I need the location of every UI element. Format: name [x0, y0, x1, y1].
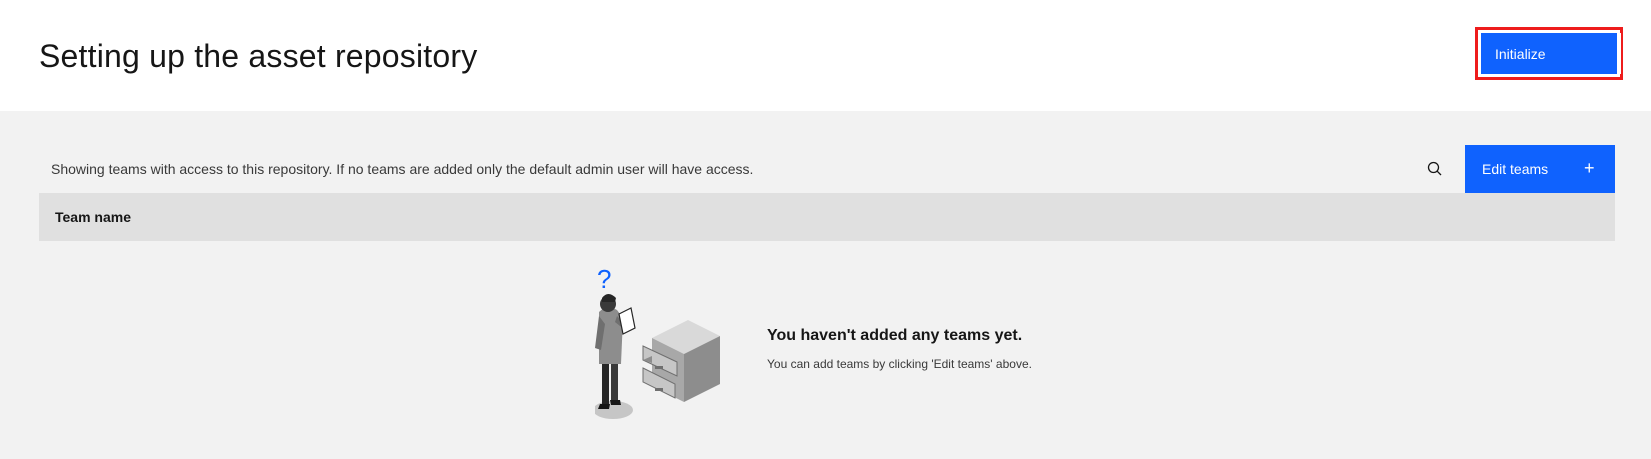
- table-description: Showing teams with access to this reposi…: [51, 161, 754, 177]
- column-header-team-name[interactable]: Team name: [55, 209, 131, 225]
- search-button[interactable]: [1423, 157, 1447, 181]
- search-icon: [1427, 161, 1442, 176]
- question-mark-icon: ?: [597, 268, 611, 294]
- page-header: Setting up the asset repository Initiali…: [0, 0, 1651, 111]
- empty-state-illustration: ?: [595, 268, 720, 419]
- table-header-row: Team name: [39, 193, 1615, 241]
- empty-state-subtitle: You can add teams by clicking 'Edit team…: [767, 357, 1032, 371]
- edit-teams-button[interactable]: Edit teams +: [1465, 145, 1615, 193]
- initialize-button[interactable]: Initialize: [1481, 33, 1621, 74]
- page-title: Setting up the asset repository: [39, 38, 478, 74]
- table-toolbar: Showing teams with access to this reposi…: [39, 145, 1615, 193]
- add-icon: +: [1584, 158, 1595, 178]
- initialize-button-highlight: Initialize: [1475, 27, 1623, 80]
- empty-state-title: You haven't added any teams yet.: [767, 327, 1023, 344]
- edit-teams-label: Edit teams: [1482, 161, 1549, 177]
